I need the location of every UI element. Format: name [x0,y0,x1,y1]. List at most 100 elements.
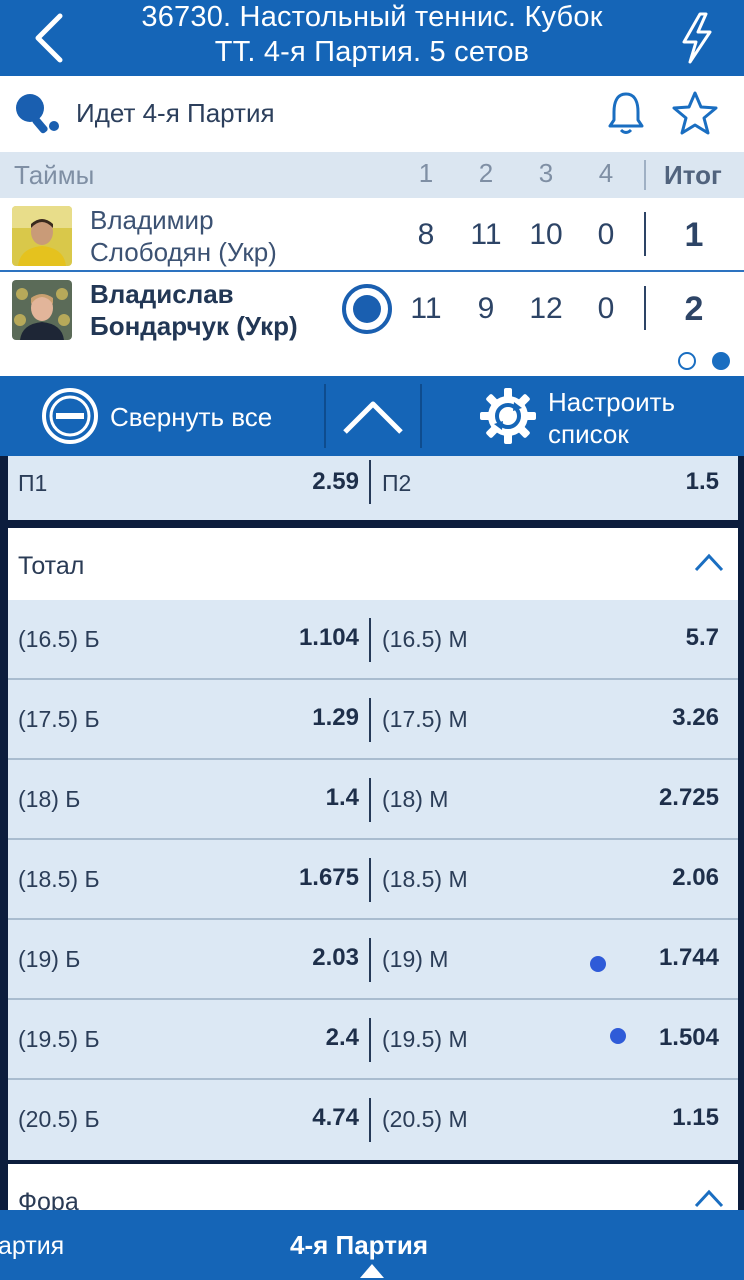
page-dot[interactable] [678,352,696,370]
collapse-all-label: Свернуть все [110,402,273,432]
market-title: Фора [18,1188,79,1210]
outcome-name: (20.5) Б [18,1106,100,1132]
star-icon[interactable] [672,90,718,136]
chevron-up-icon [694,1189,724,1208]
outcome-odd: 1.5 [685,468,719,495]
outcome-name: (19) М [382,946,449,972]
set-score: 0 [597,218,615,251]
set-score: 12 [529,292,563,325]
player-row: Владимир Слободян (Укр) 8 11 10 0 1 [0,198,744,272]
bet-outcome-over[interactable]: (17.5) Б 1.29 [8,680,369,760]
player-avatar [12,280,72,340]
divider [369,938,371,982]
lightning-icon [682,12,712,64]
total-column-label: Итог [664,160,722,190]
outcome-odd: 1.675 [298,864,359,891]
outcome-name: П1 [18,470,48,496]
outcome-name: (16.5) Б [18,626,100,652]
outcome-odd: 1.744 [658,944,719,971]
outcome-odd: 1.29 [312,704,359,731]
period-tabs: артия 4-я Партия [0,1210,744,1280]
outcome-name: (20.5) М [382,1106,468,1132]
bet-outcome-over[interactable]: (19) Б 2.03 [8,920,369,1000]
page-dot-active[interactable] [712,352,730,370]
outcome-odd: 1.4 [325,784,359,811]
odds-row: (18) Б 1.4 (18) М 2.725 [8,760,738,840]
bet-outcome-under[interactable]: (17.5) М 3.26 [372,680,733,760]
odds-row: (20.5) Б 4.74 (20.5) М 1.15 [8,1080,738,1160]
divider [369,778,371,822]
serve-indicator-icon [342,284,392,334]
outcome-name: (17.5) Б [18,706,100,732]
player-row: Владислав Бондарчук (Укр) 11 9 12 0 2 [0,272,744,344]
outcome-name: (18.5) М [382,866,468,892]
bet-outcome-under[interactable]: (16.5) М 5.7 [372,600,733,680]
bet-outcome-p2[interactable]: П2 1.5 [372,456,733,520]
outcome-odd: 2.03 [312,944,359,971]
collapse-circle-icon [42,388,98,444]
chevron-up-icon [343,401,403,434]
odds-row: (18.5) Б 1.675 (18.5) М 2.06 [8,840,738,920]
odds-row: (19) Б 2.03 (19) М 1.744 [8,920,738,1000]
bet-outcome-under[interactable]: (20.5) М 1.15 [372,1080,733,1160]
customize-list-button[interactable]: Настроить список [422,376,744,456]
outcome-name: (19.5) Б [18,1026,100,1052]
bet-outcome-under[interactable]: (19.5) М 1.504 [372,1000,733,1080]
collapse-all-button[interactable]: Свернуть все [0,376,324,456]
set-column-2: 2 [478,158,494,188]
winner-market-card: П1 2.59 П2 1.5 [8,456,738,520]
scroll-up-button[interactable] [326,376,420,456]
top-app-bar: 36730. Настольный теннис. Кубок ТТ. 4-я … [0,0,744,76]
customize-line-2: список [548,419,629,449]
markets-list: П1 2.59 П2 1.5 Тотал (16.5) Б 1.104 (16.… [0,456,744,1210]
outcome-name: (17.5) М [382,706,468,732]
outcome-name: (18) М [382,786,449,812]
player-total: 1 [684,216,704,254]
back-button[interactable] [24,8,74,68]
bet-outcome-p1[interactable]: П1 2.59 [8,456,369,520]
bet-outcome-under[interactable]: (19) М 1.744 [372,920,733,1000]
active-tab-indicator [360,1264,384,1278]
bet-outcome-over[interactable]: (18.5) Б 1.675 [8,840,369,920]
set-column-1: 1 [418,158,434,188]
set-column-4: 4 [598,158,614,188]
outcome-odd: 2.59 [312,468,359,495]
player-last-name: Слободян (Укр) [90,237,277,267]
title-line-1: 36730. Настольный теннис. Кубок [141,1,603,33]
handicap-market-card: Фора [8,1164,738,1210]
tab-previous-period[interactable]: артия [0,1232,64,1261]
outcome-odd: 2.4 [325,1024,359,1051]
bet-outcome-over[interactable]: (19.5) Б 2.4 [8,1000,369,1080]
sets-label: Таймы [14,160,95,190]
outcome-odd: 5.7 [685,624,719,651]
player-name: Владислав Бондарчук (Укр) [90,278,298,342]
page-title: 36730. Настольный теннис. Кубок ТТ. 4-я … [90,0,654,70]
outcome-odd: 4.74 [312,1104,359,1131]
odds-row: (17.5) Б 1.29 (17.5) М 3.26 [8,680,738,760]
divider [369,858,371,902]
gear-sync-icon [480,388,536,444]
bet-outcome-under[interactable]: (18.5) М 2.06 [372,840,733,920]
odds-row: (19.5) Б 2.4 (19.5) М 1.504 [8,1000,738,1080]
tab-current-period[interactable]: 4-я Партия [290,1230,428,1261]
bet-outcome-under[interactable]: (18) М 2.725 [372,760,733,840]
bet-outcome-over[interactable]: (20.5) Б 4.74 [8,1080,369,1160]
divider [369,460,371,504]
divider [369,1098,371,1142]
bet-outcome-over[interactable]: (18) Б 1.4 [8,760,369,840]
bet-outcome-over[interactable]: (16.5) Б 1.104 [8,600,369,680]
chevron-up-icon [694,553,724,572]
live-action-button[interactable] [672,8,722,68]
total-market-header[interactable]: Тотал [8,528,738,600]
outcome-odd: 3.26 [672,704,719,731]
touch-indicator-dot [590,956,606,972]
set-score: 9 [477,292,495,325]
divider [369,698,371,742]
set-score: 0 [597,292,615,325]
handicap-market-header[interactable]: Фора [8,1164,738,1210]
match-status-bar: Идет 4-я Партия [0,76,744,152]
bell-icon[interactable] [606,90,646,136]
outcome-name: (16.5) М [382,626,468,652]
scoreboard-header: Таймы 1 2 3 4 Итог [0,152,744,198]
set-score: 11 [410,292,442,325]
